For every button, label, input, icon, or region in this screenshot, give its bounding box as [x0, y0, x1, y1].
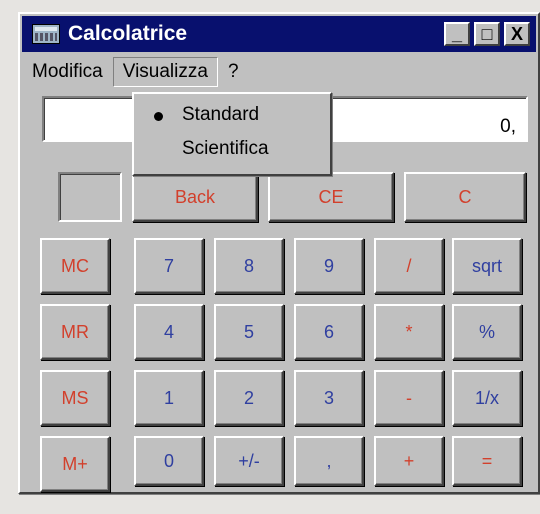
mr-button[interactable]: MR: [40, 304, 110, 360]
key-6[interactable]: 6: [294, 304, 364, 360]
menu-modifica[interactable]: Modifica: [22, 57, 113, 87]
key-4[interactable]: 4: [134, 304, 204, 360]
window-title: Calcolatrice: [68, 22, 188, 45]
key-subtract[interactable]: -: [374, 370, 444, 426]
calculator-icon: [32, 24, 60, 44]
title-bar[interactable]: Calcolatrice _ □ X: [22, 16, 536, 52]
key-0[interactable]: 0: [134, 436, 204, 486]
selected-bullet-icon: [154, 112, 163, 121]
key-9[interactable]: 9: [294, 238, 364, 294]
minimize-button[interactable]: _: [444, 22, 470, 46]
key-equals[interactable]: =: [452, 436, 522, 486]
close-button[interactable]: X: [504, 22, 530, 46]
key-sqrt[interactable]: sqrt: [452, 238, 522, 294]
key-decimal[interactable]: ,: [294, 436, 364, 486]
key-8[interactable]: 8: [214, 238, 284, 294]
menu-bar: Modifica Visualizza ?: [22, 54, 536, 90]
key-percent[interactable]: %: [452, 304, 522, 360]
key-5[interactable]: 5: [214, 304, 284, 360]
menu-option-scientifica[interactable]: Scientifica: [182, 138, 269, 160]
key-1[interactable]: 1: [134, 370, 204, 426]
key-2[interactable]: 2: [214, 370, 284, 426]
maximize-button[interactable]: □: [474, 22, 500, 46]
key-reciprocal[interactable]: 1/x: [452, 370, 522, 426]
calculator-window: Calcolatrice _ □ X Modifica Visualizza ?…: [18, 12, 540, 494]
key-divide[interactable]: /: [374, 238, 444, 294]
mplus-button[interactable]: M+: [40, 436, 110, 492]
menu-visualizza[interactable]: Visualizza: [112, 57, 218, 87]
display-value: 0,: [500, 116, 516, 137]
key-7[interactable]: 7: [134, 238, 204, 294]
key-plus-minus[interactable]: +/-: [214, 436, 284, 486]
menu-option-standard[interactable]: Standard: [182, 104, 259, 126]
memory-indicator: [58, 172, 122, 222]
visualizza-dropdown: Standard Scientifica: [132, 92, 332, 176]
back-button[interactable]: Back: [132, 172, 258, 222]
key-add[interactable]: +: [374, 436, 444, 486]
key-3[interactable]: 3: [294, 370, 364, 426]
c-button[interactable]: C: [404, 172, 526, 222]
ce-button[interactable]: CE: [268, 172, 394, 222]
menu-help[interactable]: ?: [218, 57, 249, 87]
key-multiply[interactable]: *: [374, 304, 444, 360]
ms-button[interactable]: MS: [40, 370, 110, 426]
mc-button[interactable]: MC: [40, 238, 110, 294]
